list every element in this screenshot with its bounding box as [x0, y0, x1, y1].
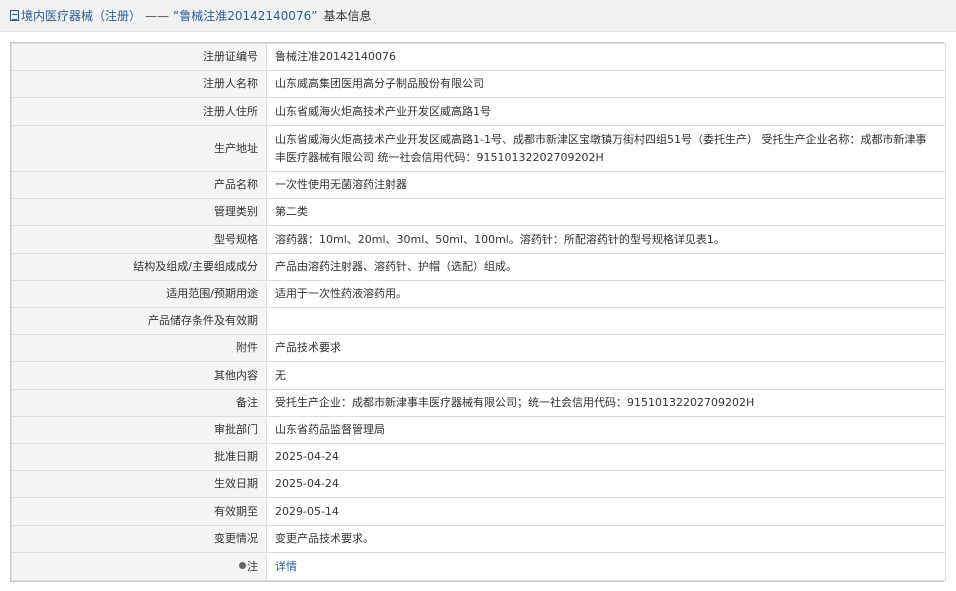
field-label: 其他内容 [11, 361, 267, 390]
field-value: 溶药器：10ml、20ml、30ml、50ml、100ml。溶药针：所配溶药针的… [266, 225, 946, 254]
field-label: 批准日期 [11, 443, 267, 471]
field-label: 生效日期 [11, 470, 267, 498]
field-value: 山东省威海火炬高技术产业开发区威高路1号 [266, 97, 946, 126]
note-label-cell: 注 [11, 552, 267, 581]
note-label: 注 [247, 559, 258, 573]
title-suffix: 基本信息 [323, 9, 372, 23]
table-row: 备注 受托生产企业：成都市新津事丰医疗器械有限公司；统一社会信用代码：91510… [11, 389, 946, 417]
registration-number-title: “鲁械注准20142140076” [173, 9, 318, 23]
field-label: 管理类别 [11, 198, 267, 226]
field-value: 山东省威海火炬高技术产业开发区威高路1-1号、成都市新津区宝墩镇万街村四组51号… [266, 125, 946, 172]
table-row: 生产地址 山东省威海火炬高技术产业开发区威高路1-1号、成都市新津区宝墩镇万街村… [11, 125, 946, 172]
field-label: 适用范围/预期用途 [11, 280, 267, 308]
category-link[interactable]: 境内医疗器械（注册） [21, 7, 141, 24]
table-row: 注册证编号 鲁械注准20142140076 [11, 43, 946, 71]
field-value: 山东省药品监督管理局 [266, 416, 946, 444]
table-row: 型号规格 溶药器：10ml、20ml、30ml、50ml、100ml。溶药针：所… [11, 225, 946, 254]
field-label: 生产地址 [11, 125, 267, 172]
field-value: 变更产品技术要求。 [266, 525, 946, 553]
table-row: 管理类别 第二类 [11, 198, 946, 226]
table-row: 审批部门 山东省药品监督管理局 [11, 416, 946, 444]
table-row: 产品名称 一次性使用无菌溶药注射器 [11, 171, 946, 199]
field-value: 2025-04-24 [266, 443, 946, 471]
table-row: 变更情况 变更产品技术要求。 [11, 525, 946, 553]
field-value: 2025-04-24 [266, 470, 946, 498]
note-icon [239, 562, 246, 569]
note-value-cell: 详情 [266, 552, 946, 581]
note-row: 注 详情 [11, 552, 946, 581]
field-label: 注册证编号 [11, 43, 267, 71]
table-row: 注册人名称 山东威高集团医用高分子制品股份有限公司 [11, 70, 946, 98]
field-label: 审批部门 [11, 416, 267, 444]
field-label: 结构及组成/主要组成成分 [11, 253, 267, 281]
field-value: 第二类 [266, 198, 946, 226]
field-label: 型号规格 [11, 225, 267, 254]
table-row: 生效日期 2025-04-24 [11, 470, 946, 498]
field-value: 受托生产企业：成都市新津事丰医疗器械有限公司；统一社会信用代码：91510132… [266, 389, 946, 417]
field-value: 2029-05-14 [266, 497, 946, 526]
field-value: 无 [266, 361, 946, 390]
field-value: 一次性使用无菌溶药注射器 [266, 171, 946, 199]
table-row: 附件 产品技术要求 [11, 334, 946, 362]
table-row: 有效期至 2029-05-14 [11, 497, 946, 526]
title-separator: —— [145, 8, 170, 23]
field-value: 适用于一次性药液溶药用。 [266, 280, 946, 308]
table-row: 结构及组成/主要组成成分 产品由溶药注射器、溶药针、护帽（选配）组成。 [11, 253, 946, 281]
basic-info-table: 注册证编号 鲁械注准20142140076 注册人名称 山东威高集团医用高分子制… [10, 42, 946, 582]
field-value: 产品技术要求 [266, 334, 946, 362]
field-value: 产品由溶药注射器、溶药针、护帽（选配）组成。 [266, 253, 946, 281]
table-row: 注册人住所 山东省威海火炬高技术产业开发区威高路1号 [11, 97, 946, 126]
table-row: 产品储存条件及有效期 [11, 307, 946, 335]
table-row: 批准日期 2025-04-24 [11, 443, 946, 471]
field-value: 山东威高集团医用高分子制品股份有限公司 [266, 70, 946, 98]
table-row: 适用范围/预期用途 适用于一次性药液溶药用。 [11, 280, 946, 308]
details-link[interactable]: 详情 [275, 560, 297, 573]
field-label: 备注 [11, 389, 267, 417]
field-label: 附件 [11, 334, 267, 362]
field-value [266, 307, 946, 335]
field-label: 产品储存条件及有效期 [11, 307, 267, 335]
page-title-bar: 境内医疗器械（注册） —— “鲁械注准20142140076” 基本信息 [0, 0, 956, 32]
document-icon [10, 10, 19, 21]
field-label: 注册人名称 [11, 70, 267, 98]
field-label: 变更情况 [11, 525, 267, 553]
field-label: 注册人住所 [11, 97, 267, 126]
field-value: 鲁械注准20142140076 [266, 43, 946, 71]
table-row: 其他内容 无 [11, 361, 946, 390]
field-label: 产品名称 [11, 171, 267, 199]
field-label: 有效期至 [11, 497, 267, 526]
